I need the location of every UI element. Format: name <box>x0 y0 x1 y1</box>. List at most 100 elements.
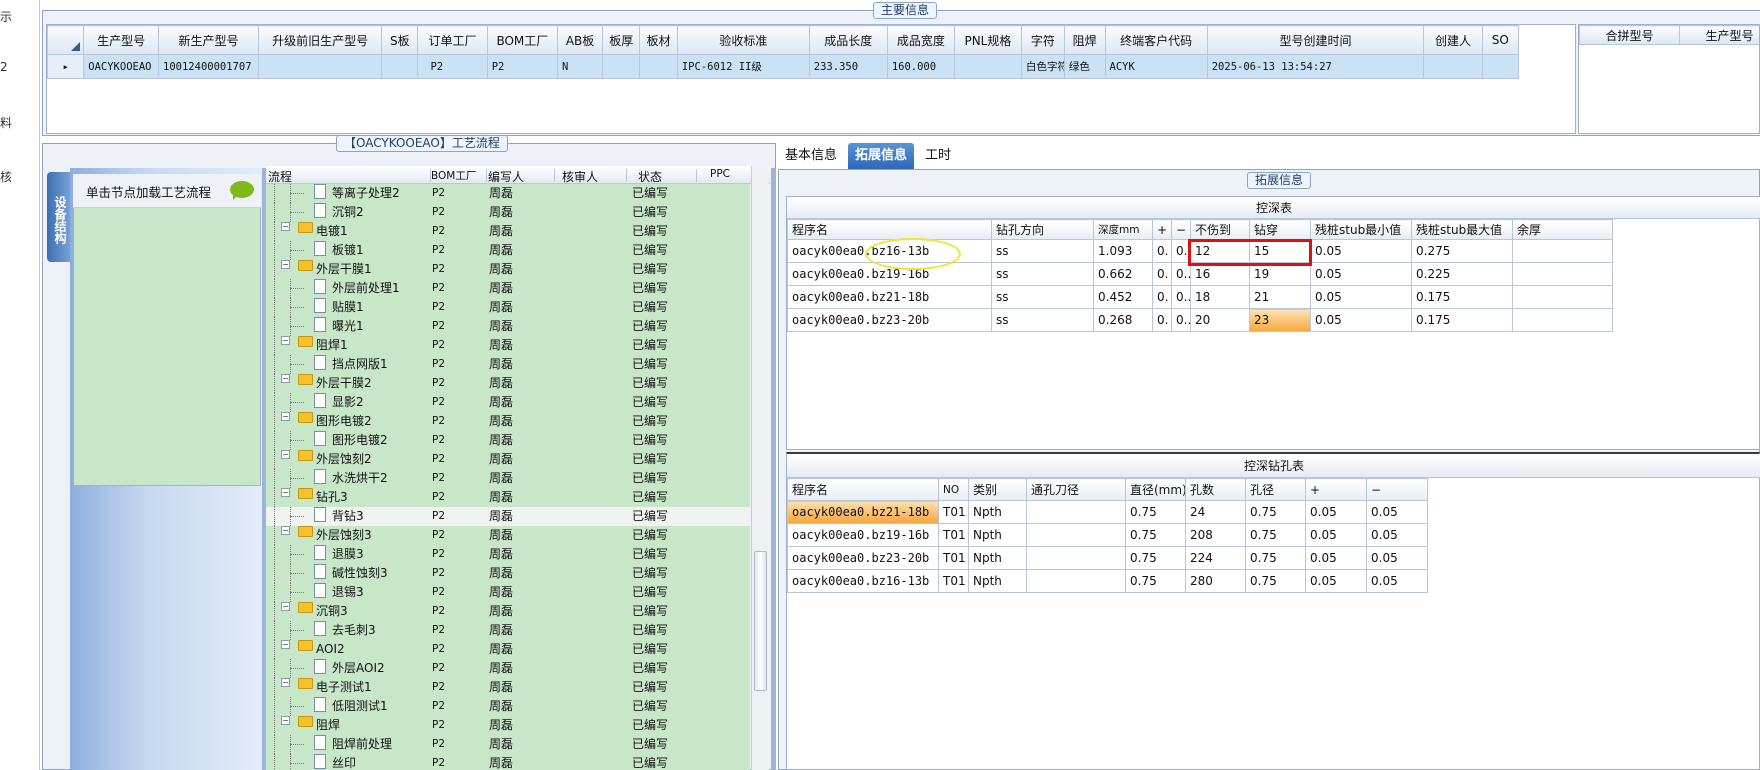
expand-toggle-icon[interactable]: − <box>281 450 290 459</box>
col-header[interactable]: 成品长度 <box>808 25 888 55</box>
col-header[interactable]: 钻孔方向 <box>991 219 1094 240</box>
tab-extended-info[interactable]: 拓展信息 <box>848 143 915 169</box>
left-nav-item[interactable]: 示 <box>0 8 12 25</box>
tree-row[interactable]: − 外层蚀刻2 P2 周磊 已编写 <box>266 450 750 469</box>
tree-row[interactable]: − 阻焊1 P2 周磊 已编写 <box>266 336 750 355</box>
col-header[interactable]: 成品宽度 <box>886 25 955 55</box>
col-header[interactable]: 余厚 <box>1512 219 1613 240</box>
tree-row[interactable]: 图形电镀2 P2 周磊 已编写 <box>266 431 750 450</box>
tree-row[interactable]: 丝印 P2 周磊 已编写 <box>266 754 750 770</box>
tree-row[interactable]: − 钻孔3 P2 周磊 已编写 <box>266 488 750 507</box>
col-header[interactable]: 订单工厂 <box>417 25 488 55</box>
col-header[interactable]: 程序名 <box>787 478 939 501</box>
col-header[interactable]: 流程 <box>268 168 292 185</box>
col-header[interactable]: 类别 <box>968 478 1027 501</box>
tree-row[interactable]: 挡点网版1 P2 周磊 已编写 <box>266 355 750 374</box>
tab-work-hours[interactable]: 工时 <box>918 143 958 169</box>
tree-row[interactable]: − 外层干膜2 P2 周磊 已编写 <box>266 374 750 393</box>
tree-row[interactable]: − 图形电镀2 P2 周磊 已编写 <box>266 412 750 431</box>
expand-toggle-icon[interactable]: − <box>281 260 290 269</box>
tree-row[interactable]: − 外层干膜1 P2 周磊 已编写 <box>266 260 750 279</box>
tree-row[interactable]: 曝光1 P2 周磊 已编写 <box>266 317 750 336</box>
col-header[interactable]: − <box>1171 219 1191 240</box>
expand-toggle-icon[interactable]: − <box>281 716 290 725</box>
left-nav-item[interactable]: 核 <box>0 168 12 185</box>
splitter[interactable] <box>771 168 776 770</box>
tree-row[interactable]: 等离子处理2 P2 周磊 已编写 <box>266 184 750 203</box>
col-header[interactable]: NO <box>938 478 969 501</box>
col-header[interactable]: 孔数 <box>1185 478 1246 501</box>
tree-row[interactable]: 退膜3 P2 周磊 已编写 <box>266 545 750 564</box>
col-header[interactable]: 字符 <box>1020 25 1065 55</box>
tree-row[interactable]: 外层前处理1 P2 周磊 已编写 <box>266 279 750 298</box>
tree-row[interactable]: 沉铜2 P2 周磊 已编写 <box>266 203 750 222</box>
expand-toggle-icon[interactable]: − <box>281 488 290 497</box>
expand-toggle-icon[interactable]: − <box>281 222 290 231</box>
table-row[interactable]: oacyk00ea0.bz21-18b ss 0.452 0. 0.. 18 21 0.05 0… <box>787 285 1613 309</box>
tree-scrollbar[interactable] <box>751 166 769 770</box>
expand-toggle-icon[interactable]: − <box>281 374 290 383</box>
col-header[interactable]: 编写人 <box>488 168 524 185</box>
expand-toggle-icon[interactable]: − <box>281 678 290 687</box>
tree-row[interactable]: − AOI2 P2 周磊 已编写 <box>266 640 750 659</box>
col-header[interactable]: 型号创建时间 <box>1206 25 1425 55</box>
col-header[interactable]: BOM工厂 <box>486 25 559 55</box>
table-row[interactable]: ▸ OACYKOOEAO 10012400001707 P2 P2 N IPC-… <box>46 54 1520 79</box>
col-header[interactable]: SO <box>1481 25 1520 55</box>
expand-toggle-icon[interactable]: − <box>281 602 290 611</box>
expand-toggle-icon[interactable]: − <box>281 526 290 535</box>
col-header[interactable]: 通孔刀径 <box>1026 478 1126 501</box>
tree-row[interactable]: 贴膜1 P2 周磊 已编写 <box>266 298 750 317</box>
tree-row[interactable]: 碱性蚀刻3 P2 周磊 已编写 <box>266 564 750 583</box>
col-header[interactable]: 合拼型号 <box>1579 25 1680 45</box>
col-header[interactable]: 阻焊 <box>1063 25 1106 55</box>
table-row[interactable]: oacyk00ea0.bz16-13b T01 Npth 0.75 280 0.75 0.0… <box>787 569 1428 593</box>
col-header[interactable]: AB板 <box>557 25 604 55</box>
table-row[interactable]: oacyk00ea0.bz23-20b ss 0.268 0. 0.. 20 23 0.05 0… <box>787 308 1613 332</box>
tree-row[interactable]: − 阻焊 P2 周磊 已编写 <box>266 716 750 735</box>
col-header[interactable]: PNL规格 <box>953 25 1022 55</box>
col-header[interactable]: 残桩stub最大值 <box>1411 219 1513 240</box>
col-header[interactable]: 钻穿 <box>1249 219 1311 240</box>
col-header[interactable]: 状态 <box>638 168 662 185</box>
left-nav-item[interactable]: 料 <box>0 114 12 131</box>
expand-toggle-icon[interactable]: − <box>281 412 290 421</box>
col-header[interactable]: 孔径 <box>1245 478 1306 501</box>
col-header[interactable]: 残桩stub最小值 <box>1310 219 1412 240</box>
col-header[interactable]: 板材 <box>639 25 678 55</box>
col-header[interactable]: 直径(mm) <box>1125 478 1186 501</box>
col-header[interactable]: BOM工厂 <box>431 168 476 183</box>
tree-row[interactable]: 去毛刺3 P2 周磊 已编写 <box>266 621 750 640</box>
tree-row[interactable]: 板镀1 P2 周磊 已编写 <box>266 241 750 260</box>
col-header[interactable]: 生产型号 <box>1679 25 1759 45</box>
col-header[interactable]: 程序名 <box>787 219 992 240</box>
col-header[interactable]: S板 <box>381 25 419 55</box>
col-header[interactable]: 新生产型号 <box>158 25 260 55</box>
tree-row[interactable]: − 电子测试1 P2 周磊 已编写 <box>266 678 750 697</box>
table-row[interactable]: oacyk00ea0.bz21-18b T01 Npth 0.75 24 0.75 0.05… <box>787 500 1428 524</box>
tree-row[interactable]: 背钻3 P2 周磊 已编写 <box>266 507 750 526</box>
col-header[interactable]: + <box>1152 219 1172 240</box>
tree-row[interactable]: − 外层蚀刻3 P2 周磊 已编写 <box>266 526 750 545</box>
table-row[interactable]: oacyk00ea0.bz19-16b T01 Npth 0.75 208 0.75 0.0… <box>787 523 1428 547</box>
tree-row[interactable]: 退锡3 P2 周磊 已编写 <box>266 583 750 602</box>
expand-toggle-icon[interactable]: − <box>281 336 290 345</box>
tree-row[interactable]: − 沉铜3 P2 周磊 已编写 <box>266 602 750 621</box>
tree-row[interactable]: 低阻测试1 P2 周磊 已编写 <box>266 697 750 716</box>
tree-row[interactable]: 阻焊前处理 P2 周磊 已编写 <box>266 735 750 754</box>
col-header[interactable]: 创建人 <box>1423 25 1483 55</box>
col-header[interactable]: 核审人 <box>562 168 598 185</box>
table-row[interactable]: oacyk00ea0.bz23-20b T01 Npth 0.75 224 0.75 0.0… <box>787 546 1428 570</box>
col-header[interactable]: 生产型号 <box>83 25 160 55</box>
tab-basic-info[interactable]: 基本信息 <box>778 143 844 169</box>
col-header[interactable]: 不伤到 <box>1190 219 1250 240</box>
tree-row[interactable]: 外层AOI2 P2 周磊 已编写 <box>266 659 750 678</box>
tree-row[interactable]: − 电镀1 P2 周磊 已编写 <box>266 222 750 241</box>
col-header[interactable]: PPC <box>710 168 730 180</box>
col-header[interactable]: + <box>1305 478 1367 501</box>
hint-header[interactable]: 单击节点加载工艺流程 <box>73 174 261 208</box>
col-header[interactable]: 升级前旧生产型号 <box>258 25 383 55</box>
tree-row[interactable]: 显影2 P2 周磊 已编写 <box>266 393 750 412</box>
col-header[interactable]: 终端客户代码 <box>1104 25 1208 55</box>
left-nav-item[interactable]: 2 <box>0 60 8 74</box>
